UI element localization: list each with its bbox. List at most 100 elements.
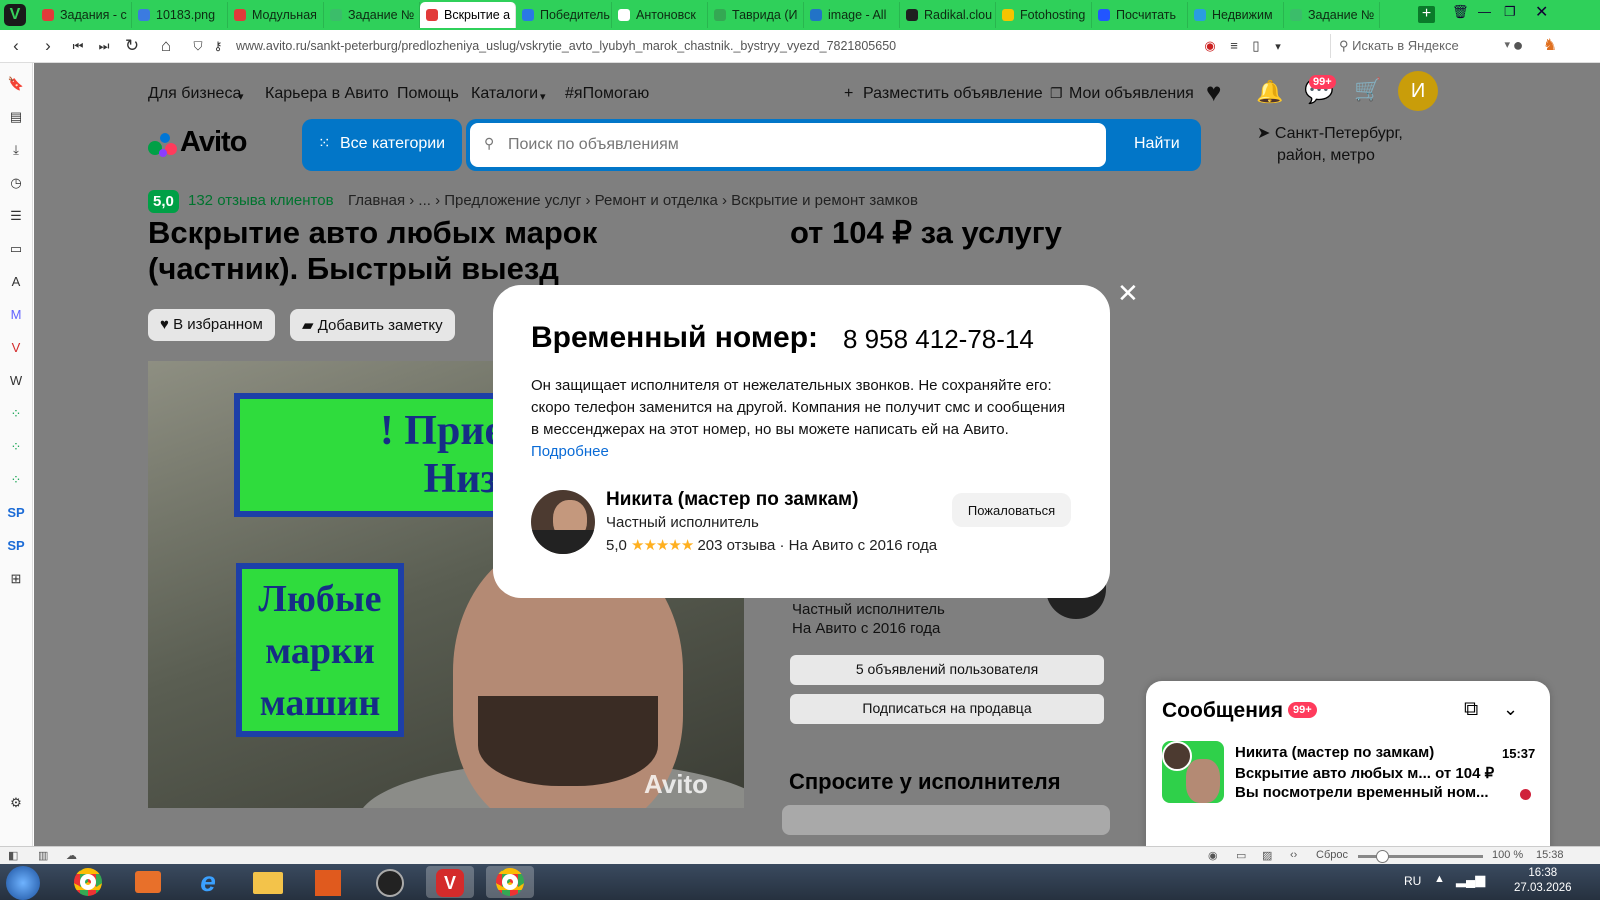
camera-icon[interactable]: ◉ <box>1208 849 1218 862</box>
language-indicator[interactable]: RU <box>1404 874 1421 888</box>
avito-panel-icon[interactable]: ⁘ <box>6 471 26 489</box>
search-input[interactable]: ⚲ Поиск по объявлениям <box>470 123 1106 167</box>
reader-icon[interactable]: ▤ <box>6 108 26 126</box>
favorites-heart-icon[interactable]: ♥ <box>1206 77 1221 108</box>
network-icon[interactable]: ▂▄▆ <box>1456 872 1485 888</box>
new-tab-button[interactable]: + <box>1418 6 1435 23</box>
minimize-button[interactable]: — <box>1478 4 1491 19</box>
user-avatar[interactable]: И <box>1398 71 1438 111</box>
browser-tab[interactable]: Fotohosting <box>996 2 1092 28</box>
start-button[interactable] <box>6 866 40 900</box>
vivaldi-taskbar-icon[interactable]: V <box>426 866 474 898</box>
my-ads-link[interactable]: Мои объявления <box>1069 85 1194 103</box>
seller-reviews-link[interactable]: 203 отзыва <box>697 537 775 554</box>
hp-taskbar-icon[interactable] <box>366 866 414 898</box>
home-button[interactable]: ⌂ <box>156 36 176 56</box>
restore-button[interactable]: ❐ <box>1504 4 1516 20</box>
chrome-taskbar-icon[interactable] <box>64 866 112 898</box>
cloud-sync-icon[interactable]: ☁ <box>66 849 77 862</box>
panel-toggle-icon[interactable]: ◧ <box>8 849 18 862</box>
browser-tab[interactable]: Модульная <box>228 2 324 28</box>
office-taskbar-icon[interactable] <box>304 866 352 898</box>
taskbar-clock[interactable]: 16:38 27.03.2026 <box>1514 866 1572 896</box>
reader-view-icon[interactable]: ≡ <box>1224 38 1244 53</box>
header-link-career[interactable]: Карьера в Авито <box>265 85 389 103</box>
header-link-help[interactable]: Помощь <box>397 85 459 103</box>
header-link-business[interactable]: Для бизнеса <box>148 85 241 103</box>
browser-tab[interactable]: Задание № <box>1284 2 1380 28</box>
shield-icon[interactable]: ⛉ <box>188 39 208 54</box>
browser-tab[interactable]: 10183.png <box>132 2 228 28</box>
breadcrumb[interactable]: Главная › ... › Предложение услуг › Ремо… <box>348 192 918 209</box>
header-link-catalogs[interactable]: Каталоги <box>471 85 538 103</box>
yandex-search-field[interactable]: ⚲ Искать в Яндексе ▾ <box>1330 34 1516 58</box>
ie-taskbar-icon[interactable]: e <box>184 866 232 898</box>
translate-icon[interactable]: A <box>6 273 26 291</box>
browser-tab[interactable]: Задание № <box>324 2 420 28</box>
notifications-bell-icon[interactable]: 🔔 <box>1256 79 1283 105</box>
code-icon[interactable]: ‹› <box>1290 849 1297 861</box>
avito-panel-icon[interactable]: ⁘ <box>6 405 26 423</box>
zoom-slider-thumb[interactable] <box>1376 850 1389 863</box>
mastodon-icon[interactable]: M <box>6 306 26 324</box>
avito-panel-icon[interactable]: ⁘ <box>6 438 26 456</box>
browser-tab[interactable]: Победитель <box>516 2 612 28</box>
all-categories-button[interactable]: ⁙ Все категории <box>302 119 462 171</box>
explorer-taskbar-icon[interactable] <box>244 866 292 898</box>
history-icon[interactable]: ◷ <box>6 174 26 192</box>
browser-tab[interactable]: Антоновск <box>612 2 708 28</box>
learn-more-link[interactable]: Подробнее <box>531 443 609 460</box>
add-note-button[interactable]: ▰ Добавить заметку <box>290 309 455 341</box>
media-player-taskbar-icon[interactable] <box>124 866 172 898</box>
favorite-button[interactable]: ♥ В избранном <box>148 309 275 341</box>
fox-extension-icon[interactable]: ♞ <box>1540 35 1560 55</box>
zoom-reset[interactable]: Сброс <box>1316 849 1348 861</box>
browser-tab[interactable]: Radikal.clou <box>900 2 996 28</box>
vivaldi-icon[interactable]: V <box>6 339 26 357</box>
chevron-down-icon[interactable]: ▾ <box>1268 40 1288 53</box>
ask-input[interactable] <box>782 805 1110 835</box>
browser-tab[interactable]: Посчитать <box>1092 2 1188 28</box>
reload-button[interactable]: ↻ <box>122 36 142 56</box>
subscribe-button[interactable]: Подписаться на продавца <box>790 694 1104 724</box>
tracker-icon[interactable]: ◉ <box>1200 38 1220 54</box>
bookmark-page-icon[interactable]: ▯ <box>1246 38 1266 54</box>
bookmark-icon[interactable]: 🔖 <box>6 75 26 93</box>
browser-tab[interactable]: image - All <box>804 2 900 28</box>
rewind-button[interactable]: ⏮ <box>68 39 88 54</box>
search-button[interactable]: Найти <box>1134 135 1180 153</box>
chevron-down-icon[interactable]: ⌄ <box>1503 699 1518 720</box>
location-selector[interactable]: ➤ Санкт-Петербург, район, метро <box>1257 123 1403 167</box>
back-button[interactable]: ‹ <box>6 36 26 56</box>
browser-tab[interactable]: Таврида (И <box>708 2 804 28</box>
modal-close-icon[interactable]: ✕ <box>1117 280 1139 306</box>
tile-tabs-icon[interactable]: ▥ <box>38 849 48 862</box>
close-window-button[interactable]: ✕ <box>1535 2 1548 22</box>
header-link-ya-pomogayu[interactable]: #яПомогаю <box>565 85 649 103</box>
seller-name[interactable]: Никита (мастер по замкам) <box>606 489 858 511</box>
cart-icon[interactable]: 🛒 <box>1354 77 1381 103</box>
settings-icon[interactable]: ⚙ <box>6 794 26 812</box>
tray-arrow-icon[interactable]: ▲ <box>1434 873 1445 885</box>
add-panel-icon[interactable]: ⊞ <box>6 570 26 588</box>
forward-button[interactable]: › <box>38 36 58 56</box>
chrome-alt-taskbar-icon[interactable] <box>486 866 534 898</box>
image-icon[interactable]: ▨ <box>1262 849 1272 862</box>
open-external-icon[interactable]: ⧉ <box>1464 698 1478 721</box>
seller-avatar[interactable] <box>531 490 595 554</box>
download-icon[interactable]: ⤓ <box>6 141 26 159</box>
sp-icon[interactable]: SP <box>6 504 26 522</box>
wikipedia-icon[interactable]: W <box>6 372 26 390</box>
browser-tab[interactable]: Недвижим <box>1188 2 1284 28</box>
zoom-slider[interactable] <box>1358 850 1483 863</box>
sp-icon[interactable]: SP <box>6 537 26 555</box>
trash-icon[interactable]: 🗑 <box>1452 4 1469 20</box>
url-field[interactable]: www.avito.ru/sankt-peterburg/predlozheni… <box>236 39 896 53</box>
temporary-phone-number[interactable]: 8 958 412-78-14 <box>843 324 1034 355</box>
notes-icon[interactable]: ☰ <box>6 207 26 225</box>
browser-tab[interactable]: Вскрытие а✕ <box>420 2 516 28</box>
profile-icon[interactable]: ● <box>1508 35 1528 56</box>
report-button[interactable]: Пожаловаться <box>952 493 1071 527</box>
vivaldi-menu-icon[interactable]: V <box>4 4 26 26</box>
window-icon[interactable]: ▭ <box>1236 849 1246 862</box>
